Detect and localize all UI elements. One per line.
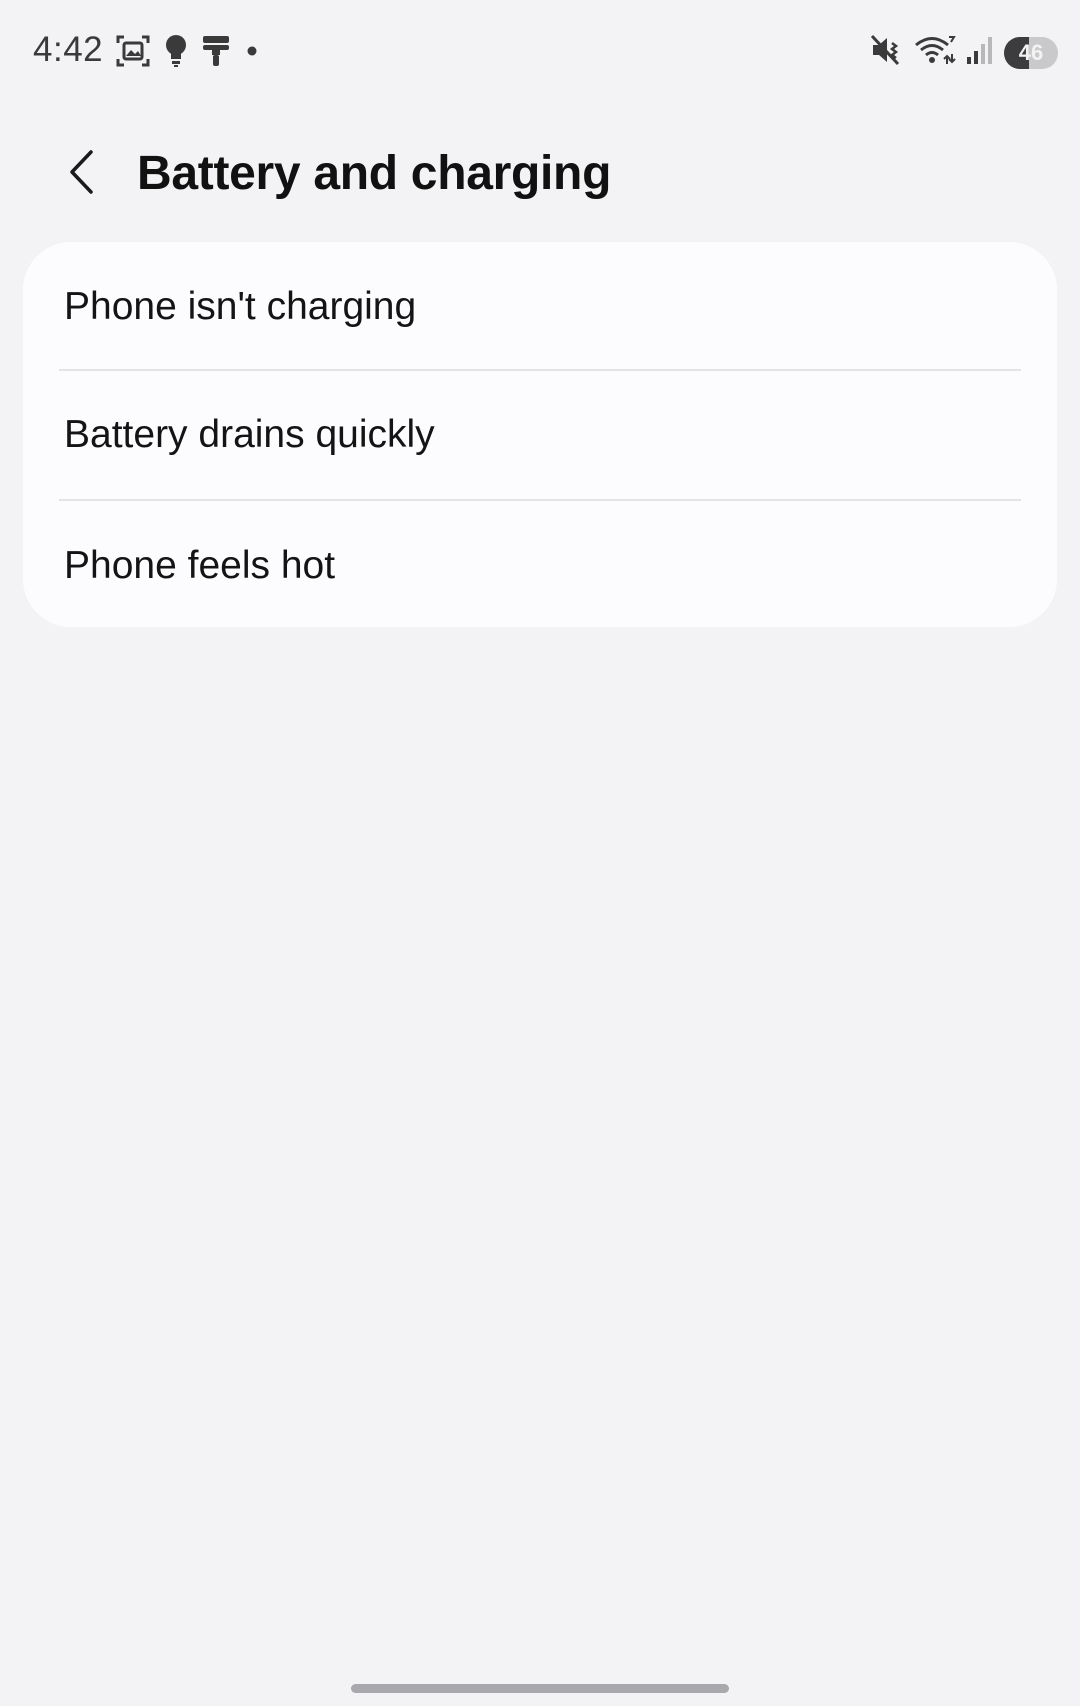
options-card: Phone isn't charging Battery drains quic…	[23, 242, 1057, 627]
mute-icon	[870, 34, 904, 71]
list-item-label: Phone feels hot	[64, 544, 336, 587]
dot-icon	[244, 43, 260, 64]
home-indicator[interactable]	[351, 1684, 729, 1693]
back-button[interactable]	[54, 142, 108, 206]
list-item-label: Battery drains quickly	[64, 413, 435, 456]
header: Battery and charging	[0, 130, 1080, 220]
status-right-icons: 46	[870, 34, 1058, 71]
signal-icon	[966, 35, 994, 70]
page-title: Battery and charging	[137, 147, 612, 200]
bulb-icon	[164, 34, 188, 73]
screenshot-icon	[116, 35, 150, 72]
list-item-phone-feels-hot[interactable]: Phone feels hot	[23, 501, 1057, 627]
wifi-icon	[914, 34, 956, 71]
battery-level: 46	[1018, 39, 1044, 65]
list-item-battery-drains-quickly[interactable]: Battery drains quickly	[23, 371, 1057, 499]
battery-icon: 46	[1004, 36, 1058, 69]
status-left-icons	[116, 34, 260, 73]
status-time: 4:42	[33, 30, 104, 69]
list-item-label: Phone isn't charging	[64, 284, 417, 328]
status-bar: 4:42 46	[0, 0, 1080, 110]
paint-roller-icon	[202, 35, 230, 72]
chevron-left-icon	[66, 149, 96, 200]
list-item-phone-not-charging[interactable]: Phone isn't charging	[23, 242, 1057, 369]
